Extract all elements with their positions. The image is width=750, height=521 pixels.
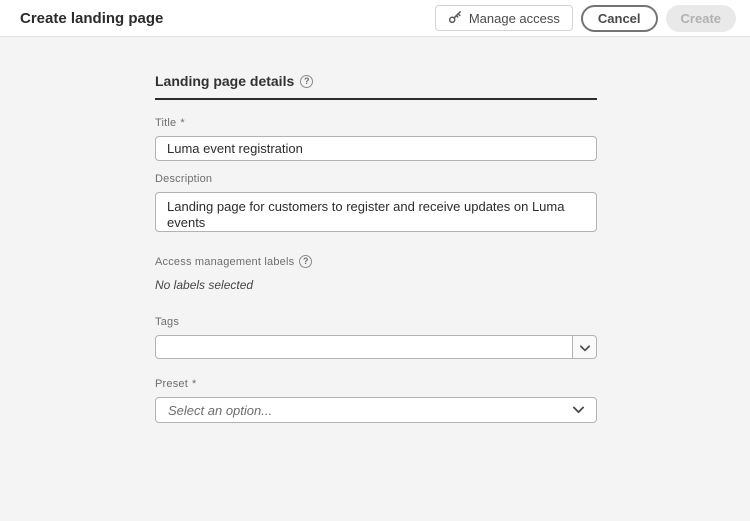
key-icon [448, 10, 462, 27]
no-labels-selected-text: No labels selected [155, 278, 254, 292]
title-label-text: Title [155, 117, 177, 129]
chevron-down-icon [579, 340, 590, 355]
description-textarea[interactable]: Landing page for customers to register a… [155, 192, 597, 232]
title-field-label: Title * [155, 117, 597, 129]
header-bar: Create landing page Manage access Cancel… [0, 0, 750, 37]
section-header: Landing page details ? [155, 73, 597, 89]
required-asterisk: * [180, 117, 185, 129]
tags-label-text: Tags [155, 316, 180, 328]
section-title: Landing page details [155, 73, 295, 89]
description-label-text: Description [155, 173, 213, 185]
manage-access-label: Manage access [468, 10, 560, 26]
cancel-button[interactable]: Cancel [580, 4, 658, 32]
header-actions: Manage access Cancel Create [434, 4, 736, 32]
access-labels-field-label: Access management labels ? [155, 255, 597, 268]
section-divider [155, 98, 597, 100]
preset-field-label: Preset * [155, 378, 597, 390]
chevron-down-icon [573, 401, 584, 419]
tags-field-label: Tags [155, 316, 597, 328]
required-asterisk: * [192, 378, 197, 390]
preset-label-text: Preset [155, 378, 188, 390]
title-input[interactable] [155, 136, 597, 161]
access-labels-label-text: Access management labels [155, 255, 295, 268]
preset-picker[interactable]: Select an option... [155, 397, 597, 423]
preset-placeholder: Select an option... [168, 402, 273, 418]
help-icon[interactable]: ? [299, 255, 313, 268]
tags-input[interactable] [155, 335, 573, 359]
tags-combobox [155, 335, 597, 359]
create-button: Create [665, 4, 736, 32]
landing-page-form: Landing page details ? Title* Descriptio… [155, 73, 597, 423]
page-title: Create landing page [20, 9, 164, 27]
tags-dropdown-button[interactable] [573, 335, 597, 359]
cancel-label: Cancel [597, 10, 641, 26]
help-icon[interactable]: ? [300, 74, 314, 88]
create-label: Create [680, 10, 721, 26]
description-field-label: Description [155, 173, 597, 185]
manage-access-button[interactable]: Manage access [434, 5, 573, 31]
